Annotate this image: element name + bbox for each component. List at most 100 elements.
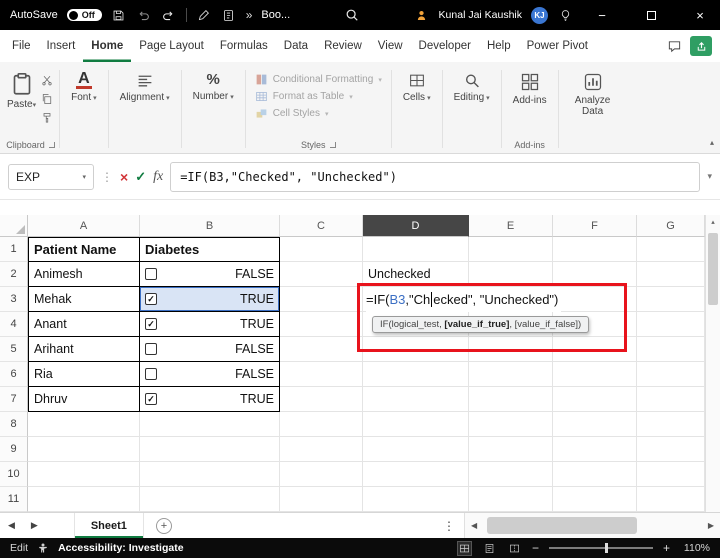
alignment-dropdown[interactable]: Alignment▾ <box>114 67 176 105</box>
quick-access-overflow-icon[interactable]: » <box>246 8 253 22</box>
cell-F5[interactable] <box>553 337 637 362</box>
conditional-formatting-button[interactable]: Conditional Formatting ▾ <box>255 73 382 86</box>
number-dropdown[interactable]: % Number▾ <box>187 67 240 104</box>
cell-B6[interactable]: FALSE <box>140 362 280 387</box>
zoom-out-button[interactable]: − <box>532 541 539 555</box>
clipboard-dialog-launcher-icon[interactable] <box>49 142 55 148</box>
cell-F3[interactable] <box>553 287 637 312</box>
ribbon-tab-power-pivot[interactable]: Power Pivot <box>519 30 596 62</box>
horizontal-scrollbar-track[interactable] <box>483 513 702 538</box>
cell-C6[interactable] <box>280 362 363 387</box>
row-header-5[interactable]: 5 <box>0 337 28 362</box>
horizontal-scrollbar-thumb[interactable] <box>487 517 637 534</box>
formula-input[interactable]: =IF(B3,"Checked", "Unchecked") <box>170 162 700 192</box>
ribbon-tab-review[interactable]: Review <box>316 30 370 62</box>
analyze-data-button[interactable]: Analyze Data <box>564 67 622 119</box>
cell-F11[interactable] <box>553 487 637 512</box>
column-header-E[interactable]: E <box>469 215 553 237</box>
scroll-right-icon[interactable]: ▶ <box>702 521 720 530</box>
cell-G7[interactable] <box>637 387 705 412</box>
cell-E8[interactable] <box>469 412 553 437</box>
accessibility-status[interactable]: Accessibility: Investigate <box>58 542 183 554</box>
minimize-button[interactable]: − <box>582 0 622 30</box>
row-header-3[interactable]: 3 <box>0 287 28 312</box>
user-avatar[interactable]: KJ <box>531 7 548 24</box>
column-header-F[interactable]: F <box>553 215 637 237</box>
checkbox-B2[interactable] <box>145 268 157 280</box>
user-presence-icon[interactable] <box>414 7 430 23</box>
cell-G4[interactable] <box>637 312 705 337</box>
cell-F8[interactable] <box>553 412 637 437</box>
cell-E10[interactable] <box>469 462 553 487</box>
horizontal-scrollbar[interactable]: ◀ ▶ <box>464 513 720 538</box>
cell-B10[interactable] <box>140 462 280 487</box>
row-header-8[interactable]: 8 <box>0 412 28 437</box>
vertical-scrollbar-thumb[interactable] <box>708 233 718 305</box>
cell-A9[interactable] <box>28 437 140 462</box>
column-header-C[interactable]: C <box>280 215 363 237</box>
styles-dialog-launcher-icon[interactable] <box>330 142 336 148</box>
cell-D8[interactable] <box>363 412 469 437</box>
redo-icon[interactable] <box>161 7 177 23</box>
user-name[interactable]: Kunal Jai Kaushik <box>439 9 522 21</box>
cell-A10[interactable] <box>28 462 140 487</box>
cell-D11[interactable] <box>363 487 469 512</box>
sheet-more-icon[interactable]: ⋮ <box>434 519 464 533</box>
notebook-icon[interactable] <box>221 7 237 23</box>
cell-A4[interactable]: Anant <box>28 312 140 337</box>
cell-B11[interactable] <box>140 487 280 512</box>
insert-function-button[interactable]: fx <box>153 169 163 185</box>
addins-button[interactable]: Add-ins <box>507 67 553 108</box>
checkbox-B3[interactable]: ✓ <box>145 293 157 305</box>
row-header-9[interactable]: 9 <box>0 437 28 462</box>
cell-styles-button[interactable]: Cell Styles ▾ <box>255 107 382 120</box>
ribbon-collapse-icon[interactable]: ▴ <box>710 138 714 147</box>
cell-B5[interactable]: FALSE <box>140 337 280 362</box>
cell-C1[interactable] <box>280 237 363 262</box>
cell-G1[interactable] <box>637 237 705 262</box>
ribbon-tab-home[interactable]: Home <box>83 30 131 62</box>
cell-D6[interactable] <box>363 362 469 387</box>
format-as-table-button[interactable]: Format as Table ▾ <box>255 90 382 103</box>
add-sheet-button[interactable]: + <box>156 518 172 534</box>
column-header-A[interactable]: A <box>28 215 140 237</box>
column-header-D[interactable]: D <box>363 215 469 237</box>
editing-dropdown[interactable]: Editing▾ <box>448 67 496 105</box>
close-button[interactable]: × <box>680 0 720 30</box>
view-page-break-button[interactable] <box>507 541 522 556</box>
cell-E7[interactable] <box>469 387 553 412</box>
formula-edit-overlay[interactable]: =IF(B3,"Checked", "Unchecked") <box>366 287 561 312</box>
cut-icon[interactable] <box>40 73 54 87</box>
cell-D10[interactable] <box>363 462 469 487</box>
cancel-button[interactable]: × <box>120 169 128 185</box>
row-header-11[interactable]: 11 <box>0 487 28 512</box>
formula-bar-expand-icon[interactable]: ▾ <box>707 171 712 182</box>
cell-C11[interactable] <box>280 487 363 512</box>
cell-B1[interactable]: Diabetes <box>140 237 280 262</box>
draw-pen-icon[interactable] <box>196 7 212 23</box>
view-normal-button[interactable] <box>457 541 472 556</box>
cell-B9[interactable] <box>140 437 280 462</box>
cell-B8[interactable] <box>140 412 280 437</box>
cell-A5[interactable]: Arihant <box>28 337 140 362</box>
search-icon[interactable] <box>344 7 360 23</box>
cell-E11[interactable] <box>469 487 553 512</box>
cell-F6[interactable] <box>553 362 637 387</box>
cell-G11[interactable] <box>637 487 705 512</box>
zoom-level[interactable]: 110% <box>680 542 710 554</box>
select-all-button[interactable] <box>0 215 28 237</box>
scroll-left-icon[interactable]: ◀ <box>465 521 483 530</box>
comments-icon[interactable] <box>667 39 682 54</box>
zoom-slider-thumb[interactable] <box>605 543 608 553</box>
name-box[interactable]: EXP ▾ <box>8 164 94 190</box>
formula-bar-handle-icon[interactable]: ⋮ <box>101 170 113 184</box>
cell-G2[interactable] <box>637 262 705 287</box>
zoom-slider[interactable] <box>549 547 653 549</box>
cell-C10[interactable] <box>280 462 363 487</box>
copy-icon[interactable] <box>40 92 54 106</box>
cell-A1[interactable]: Patient Name <box>28 237 140 262</box>
cell-C4[interactable] <box>280 312 363 337</box>
cell-D2[interactable]: Unchecked <box>363 262 469 287</box>
font-dropdown[interactable]: A Font▾ <box>65 67 103 105</box>
checkbox-B4[interactable]: ✓ <box>145 318 157 330</box>
